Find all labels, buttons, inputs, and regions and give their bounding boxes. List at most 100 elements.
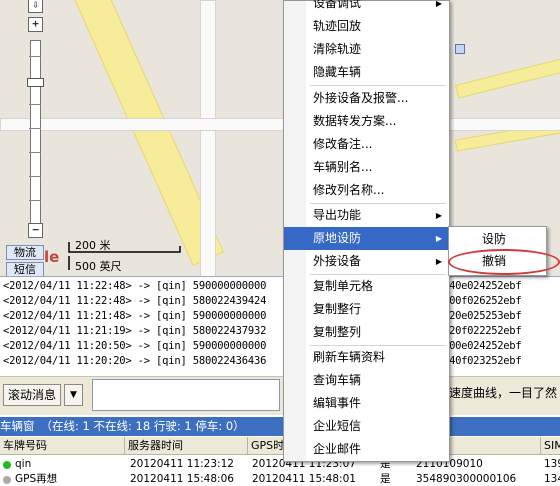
vehicle-status-summary: （在线: 1 不在线: 18 行驶: 1 停车: 0） [40, 419, 245, 433]
message-log[interactable]: <2012/04/11 11:22:48> -> [qin] 590000000… [0, 276, 560, 375]
menu-item-query-vehicle[interactable]: 查询车辆 [284, 369, 449, 392]
menu-item-label: 清除轨迹 [313, 42, 362, 56]
log-line: <2012/04/11 11:20:20> -> [qin] 580022436… [3, 355, 267, 367]
menu-item-copy-column[interactable]: 复制整列 [284, 321, 449, 344]
menu-item-clear-track[interactable]: 清除轨迹 [284, 38, 449, 61]
menu-item-hide-vehicle[interactable]: 隐藏车辆 [284, 61, 449, 84]
menu-item-label: 外接设备 [313, 254, 362, 268]
zoom-slider-thumb[interactable] [27, 78, 44, 87]
log-line: <2012/04/11 11:22:48> -> [qin] 590000000… [3, 280, 267, 292]
zoom-in-button[interactable]: + [28, 17, 43, 32]
cell-plate: GPS再想 [15, 473, 58, 485]
map-tab-sms[interactable]: 短信 [6, 262, 44, 276]
scroll-message-button[interactable]: 滚动消息 [3, 384, 61, 406]
menu-item-label: 隐藏车辆 [313, 65, 362, 79]
menu-item-label: 复制整列 [313, 325, 362, 339]
scroll-message-dropdown[interactable]: ▼ [64, 384, 83, 406]
vehicle-table-header: 车牌号码 服务器时间 GPS时 SIM [0, 437, 560, 455]
zoom-tick [29, 152, 41, 153]
map-provider-logo: le [44, 248, 60, 266]
menu-item-copy-row[interactable]: 复制整行 [284, 298, 449, 321]
cell-sim: 139 [544, 458, 560, 470]
scale-imperial-label: 500 英尺 [75, 260, 122, 273]
menu-item-external-device[interactable]: 外接设备 ▶ [284, 250, 449, 273]
cell-id: 354890300000106 [416, 473, 517, 485]
menu-item-refresh-vehicle[interactable]: 刷新车辆资料 [284, 346, 449, 369]
menu-item-data-forwarding[interactable]: 数据转发方案... [284, 110, 449, 133]
online-status-icon [3, 461, 11, 469]
map-road [455, 55, 560, 99]
message-input[interactable] [92, 379, 280, 411]
menu-item-arm-in-place[interactable]: 原地设防 ▶ [284, 227, 449, 250]
scale-metric-label: 200 米 [75, 239, 111, 252]
menu-item-label: 编辑事件 [313, 396, 362, 410]
zoom-tick [29, 128, 41, 129]
cell-plate: qin [15, 458, 32, 470]
menu-item-rename-column[interactable]: 修改列名称... [284, 179, 449, 202]
menu-item-enterprise-sms[interactable]: 企业短信 [284, 415, 449, 438]
cell-sim: 134 [544, 473, 560, 485]
menu-item-track-playback[interactable]: 轨迹回放 [284, 15, 449, 38]
submenu-arrow-icon: ▶ [435, 257, 442, 266]
cell-gps-time: 20120411 15:48:01 [252, 473, 356, 485]
menu-item-label: 原地设防 [313, 231, 362, 245]
menu-item-label: 修改备注... [313, 137, 373, 151]
menu-item-label: 设备调试 [313, 0, 362, 10]
menu-item-label: 导出功能 [313, 208, 362, 222]
menu-item-external-device-alarm[interactable]: 外接设备及报警... [284, 87, 449, 110]
table-row[interactable]: qin 20120411 11:23:12 20120411 11:23:07 … [0, 457, 560, 471]
menu-item-label: 复制整行 [313, 302, 362, 316]
zoom-tick [29, 104, 41, 105]
menu-item-label: 数据转发方案... [313, 114, 397, 128]
submenu-item-label: 设防 [482, 232, 507, 246]
menu-item-edit-event[interactable]: 编辑事件 [284, 392, 449, 415]
log-line: <2012/04/11 11:22:48> -> [qin] 580022439… [3, 295, 267, 307]
menu-item-device-debug[interactable]: 设备调试 ▶ [284, 0, 449, 15]
menu-item-label: 修改列名称... [313, 183, 385, 197]
menu-item-export[interactable]: 导出功能 ▶ [284, 204, 449, 227]
menu-item-edit-remark[interactable]: 修改备注... [284, 133, 449, 156]
vehicle-window-title: 车辆窗 [0, 419, 35, 433]
submenu-arrow-icon: ▶ [435, 211, 442, 220]
vehicle-window-title-bar: 车辆窗 （在线: 1 不在线: 18 行驶: 1 停车: 0） [0, 417, 560, 436]
submenu-arrow-icon: ▶ [435, 0, 442, 8]
menu-item-label: 车辆别名... [313, 160, 373, 174]
menu-item-label: 轨迹回放 [313, 19, 362, 33]
zoom-slider[interactable] [30, 40, 41, 224]
menu-item-copy-cell[interactable]: 复制单元格 [284, 275, 449, 298]
log-line: <2012/04/11 11:20:50> -> [qin] 590000000… [3, 340, 267, 352]
zoom-tick [29, 56, 41, 57]
highlight-annotation-ring [448, 249, 560, 275]
submenu-item-arm[interactable]: 设防 [451, 229, 543, 250]
menu-item-label: 查询车辆 [313, 373, 362, 387]
map-road [200, 0, 216, 276]
zoom-tick [29, 200, 41, 201]
pan-down-button[interactable]: ⇩ [28, 0, 43, 13]
column-header-plate[interactable]: 车牌号码 [0, 437, 125, 454]
cell-server-time: 20120411 15:48:06 [130, 473, 234, 485]
map-tab-logistics[interactable]: 物流 [6, 245, 44, 260]
log-line: <2012/04/11 11:21:19> -> [qin] 580022437… [3, 325, 267, 337]
column-header-sim[interactable]: SIM [541, 437, 560, 454]
speed-curve-tip: 速度曲线，一目了然 [449, 386, 558, 400]
table-row[interactable]: GPS再想 20120411 15:48:06 20120411 15:48:0… [0, 472, 560, 486]
map-marker-icon[interactable] [455, 44, 465, 54]
vehicle-context-menu: 设备调试 ▶ 轨迹回放 清除轨迹 隐藏车辆 外接设备及报警... 数据转发方案..… [283, 0, 450, 462]
log-line: <2012/04/11 11:21:48> -> [qin] 590000000… [3, 310, 267, 322]
column-header-server-time[interactable]: 服务器时间 [125, 437, 248, 454]
submenu-arrow-icon: ▶ [435, 234, 442, 243]
menu-item-label: 企业邮件 [313, 442, 362, 456]
offline-status-icon [3, 476, 11, 484]
zoom-out-button[interactable]: − [28, 223, 43, 238]
menu-item-enterprise-email[interactable]: 企业邮件 [284, 438, 449, 461]
map-road [0, 118, 560, 131]
cell-flag: 是 [380, 473, 391, 485]
zoom-tick [29, 176, 41, 177]
menu-item-label: 外接设备及报警... [313, 91, 409, 105]
menu-item-vehicle-alias[interactable]: 车辆别名... [284, 156, 449, 179]
menu-item-label: 刷新车辆资料 [313, 350, 386, 364]
menu-item-label: 复制单元格 [313, 279, 374, 293]
menu-item-label: 企业短信 [313, 419, 362, 433]
cell-server-time: 20120411 11:23:12 [130, 458, 234, 470]
menu-separator [310, 85, 446, 86]
